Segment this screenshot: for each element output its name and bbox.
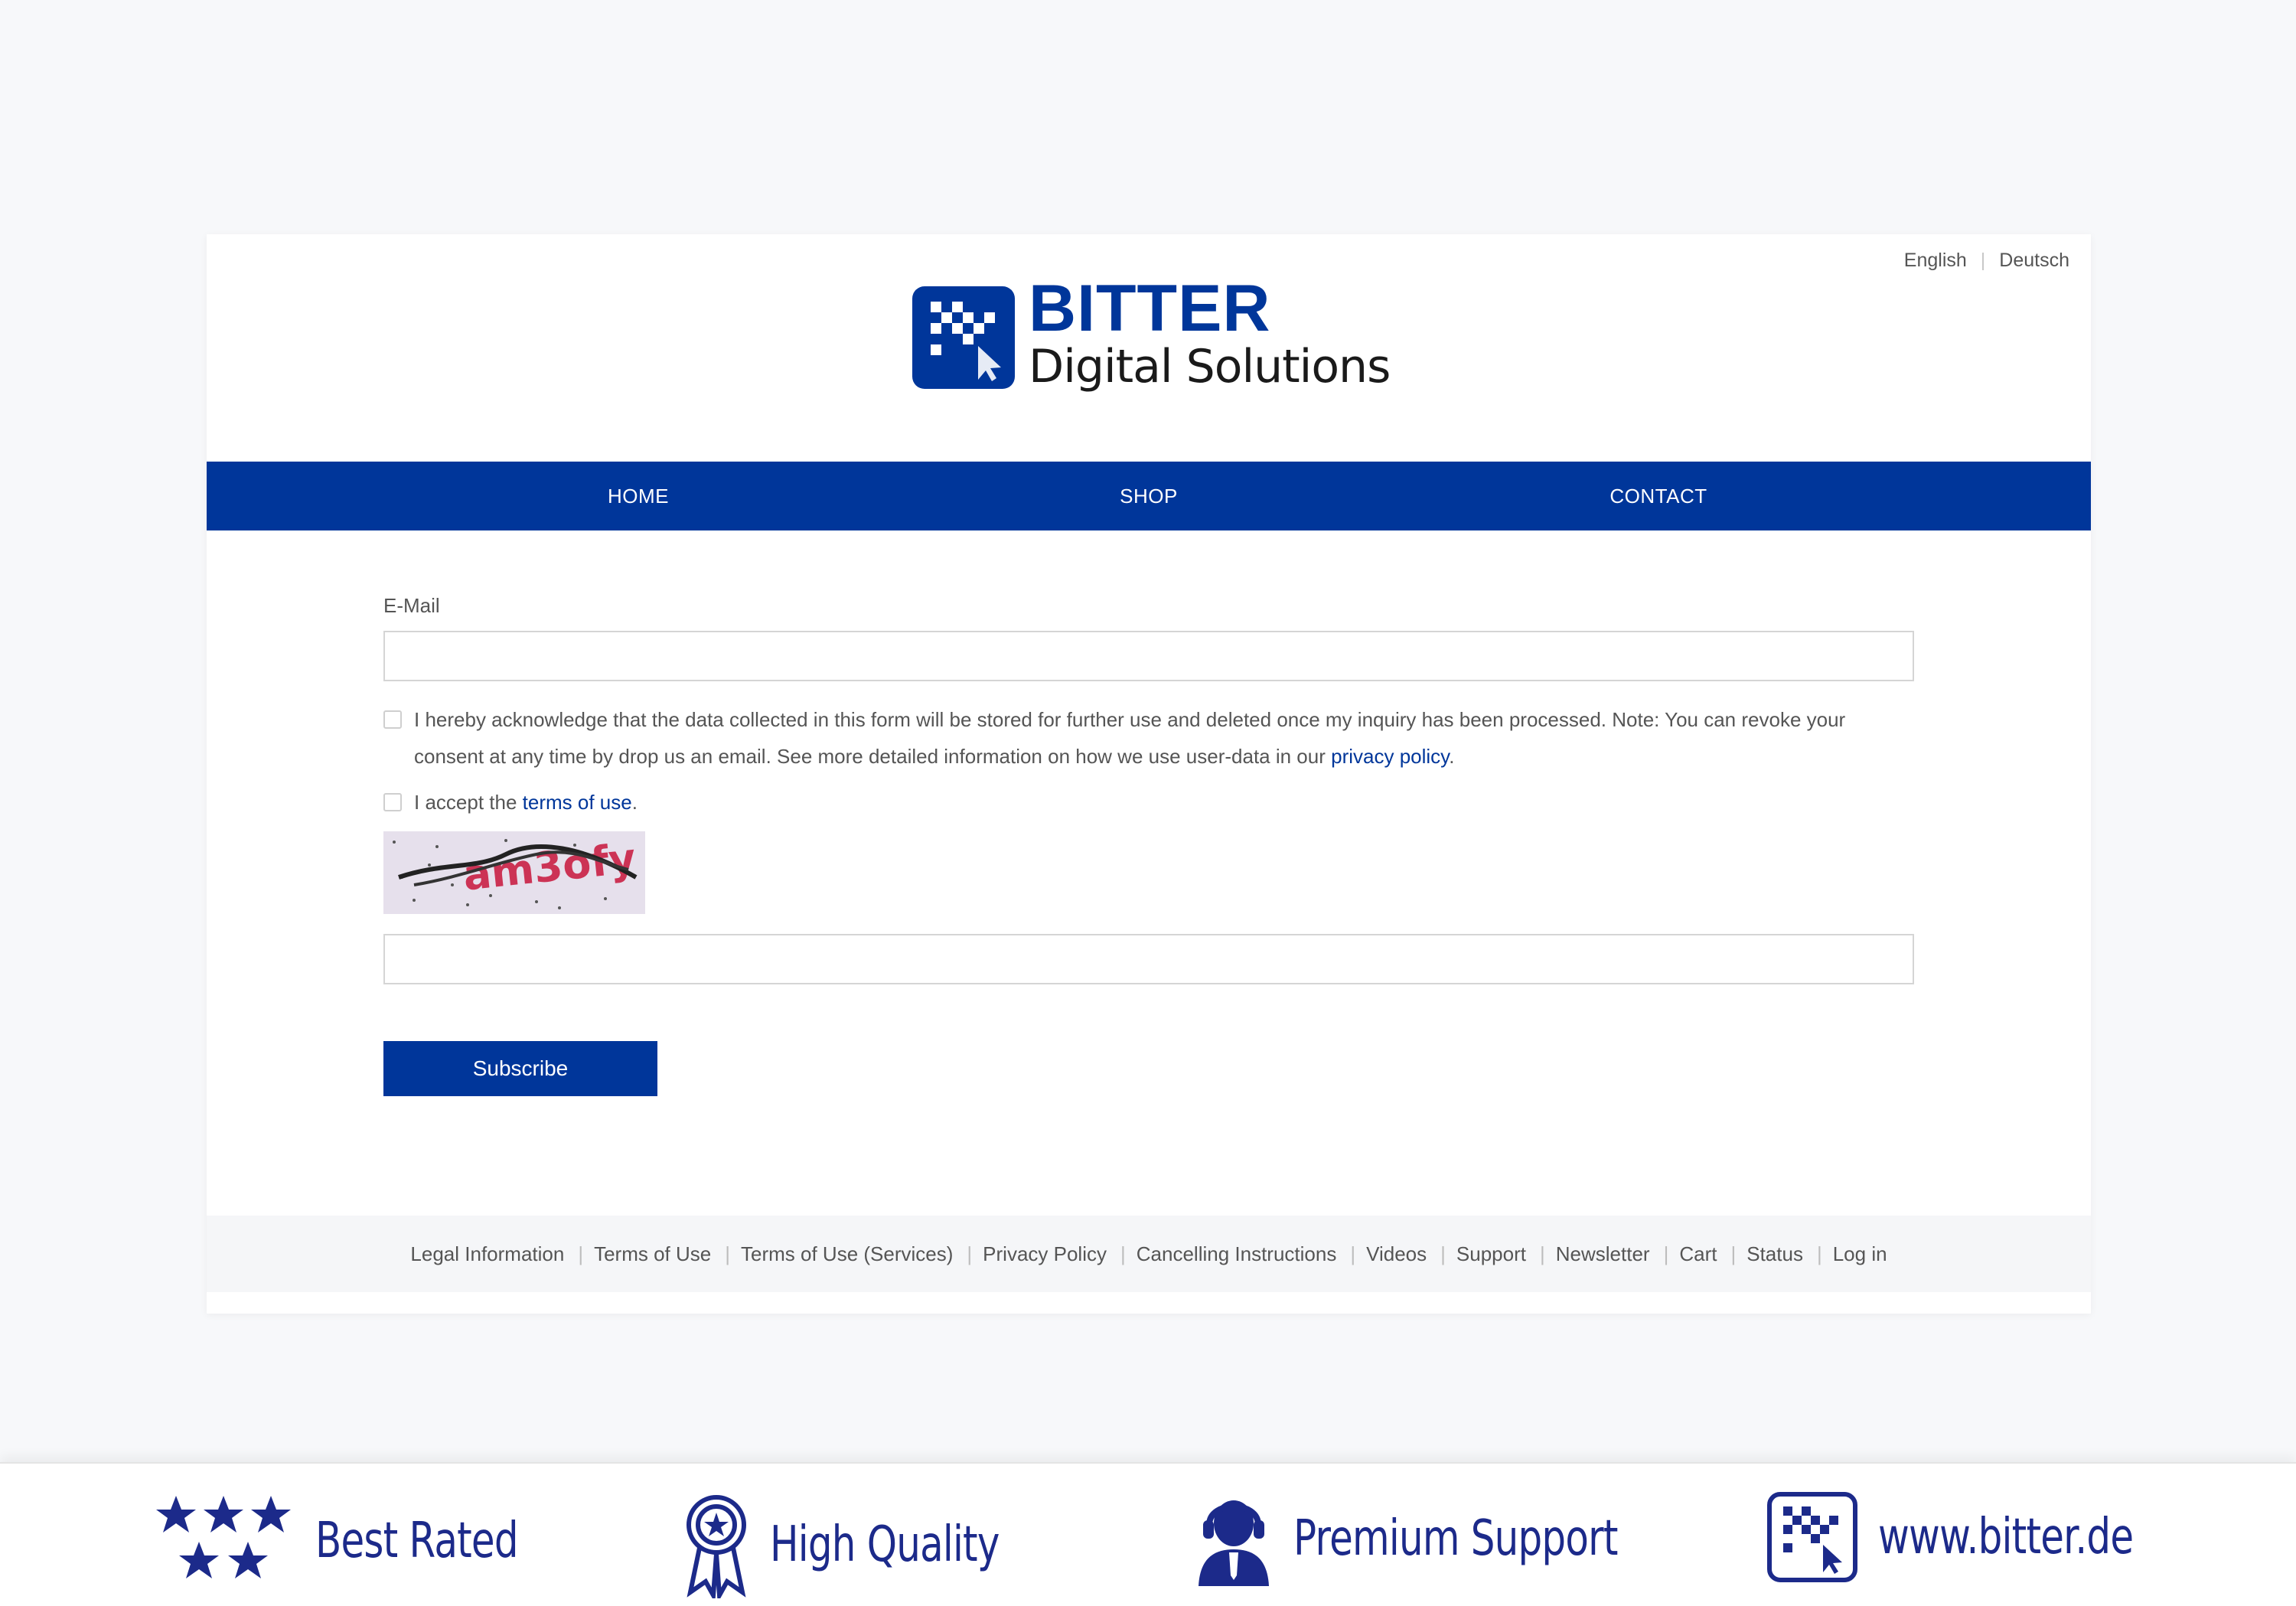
footer-separator: |	[1350, 1242, 1356, 1265]
footer-links: Legal Information | Terms of Use | Terms…	[207, 1216, 2091, 1292]
footer-separator: |	[1663, 1242, 1669, 1265]
trust-banner: Best Rated High Quality Premium Support	[0, 1462, 2296, 1606]
terms-checkbox[interactable]	[383, 793, 402, 811]
footer-link-videos[interactable]: Videos	[1366, 1242, 1427, 1266]
footer-link-support[interactable]: Support	[1456, 1242, 1526, 1266]
captcha-image: am3ofy	[383, 831, 645, 914]
footer-link-privacy[interactable]: Privacy Policy	[983, 1242, 1107, 1266]
bitter-logo-icon	[1767, 1492, 1857, 1582]
terms-of-use-link[interactable]: terms of use	[523, 791, 632, 814]
nav-home[interactable]: HOME	[608, 485, 669, 508]
main-navigation: HOME SHOP CONTACT	[207, 462, 2091, 530]
footer-separator: |	[1816, 1242, 1822, 1265]
terms-prefix: I accept the	[414, 791, 517, 814]
footer-link-status[interactable]: Status	[1746, 1242, 1803, 1266]
consent-body: I hereby acknowledge that the data colle…	[414, 708, 1846, 768]
language-switcher: English | Deutsch	[1904, 250, 2069, 272]
lang-separator: |	[1980, 250, 1986, 271]
award-ribbon-icon	[687, 1495, 746, 1598]
terms-text: I accept the terms of use.	[414, 784, 638, 821]
stars-icon	[156, 1496, 291, 1578]
footer-separator: |	[967, 1242, 973, 1265]
footer-link-login[interactable]: Log in	[1833, 1242, 1887, 1266]
bitter-logo-icon	[912, 286, 1015, 389]
footer-separator: |	[578, 1242, 584, 1265]
terms-suffix: .	[631, 791, 638, 814]
footer-link-terms[interactable]: Terms of Use	[594, 1242, 711, 1266]
support-agent-icon	[1199, 1500, 1269, 1586]
footer-link-legal[interactable]: Legal Information	[410, 1242, 564, 1266]
email-field[interactable]	[383, 631, 1914, 681]
footer-separator: |	[725, 1242, 731, 1265]
consent-checkbox[interactable]	[383, 710, 402, 729]
consent-row: I hereby acknowledge that the data colle…	[383, 701, 1914, 775]
brand-name: BITTER	[1029, 272, 1271, 345]
footer-link-cart[interactable]: Cart	[1679, 1242, 1717, 1266]
terms-row: I accept the terms of use.	[383, 784, 1914, 821]
footer-separator: |	[1730, 1242, 1737, 1265]
email-label: E-Mail	[383, 594, 440, 617]
lang-deutsch-link[interactable]: Deutsch	[1999, 250, 2069, 272]
brand-logo[interactable]: BITTER Digital Solutions	[912, 276, 1391, 393]
badge-best-rated-label: Best Rated	[315, 1513, 519, 1569]
badge-premium-support-label: Premium Support	[1293, 1510, 1618, 1567]
nav-contact[interactable]: CONTACT	[1609, 485, 1707, 508]
lang-english-link[interactable]: English	[1904, 250, 1967, 272]
badge-premium-support: Premium Support	[1194, 1491, 1709, 1586]
nav-shop[interactable]: SHOP	[1120, 485, 1178, 508]
brand-subtitle: Digital Solutions	[1029, 340, 1391, 393]
footer-link-cancelling[interactable]: Cancelling Instructions	[1137, 1242, 1337, 1266]
badge-website-label: www.bitter.de	[1878, 1509, 2134, 1565]
badge-website[interactable]: www.bitter.de	[1766, 1491, 2205, 1583]
subscribe-button[interactable]: Subscribe	[383, 1041, 657, 1096]
badge-high-quality-label: High Quality	[770, 1516, 1000, 1573]
consent-suffix: .	[1449, 745, 1455, 768]
footer-separator: |	[1440, 1242, 1446, 1265]
badge-best-rated: Best Rated	[153, 1491, 575, 1591]
privacy-policy-link[interactable]: privacy policy	[1331, 745, 1449, 768]
footer-link-terms-services[interactable]: Terms of Use (Services)	[741, 1242, 953, 1266]
consent-text: I hereby acknowledge that the data colle…	[414, 701, 1914, 775]
badge-high-quality: High Quality	[680, 1491, 1064, 1598]
footer-link-newsletter[interactable]: Newsletter	[1556, 1242, 1650, 1266]
footer-separator: |	[1120, 1242, 1126, 1265]
captcha-input[interactable]	[383, 934, 1914, 984]
footer-separator: |	[1539, 1242, 1545, 1265]
main-card: English | Deutsch BITTER Digital Solutio…	[207, 234, 2091, 1314]
